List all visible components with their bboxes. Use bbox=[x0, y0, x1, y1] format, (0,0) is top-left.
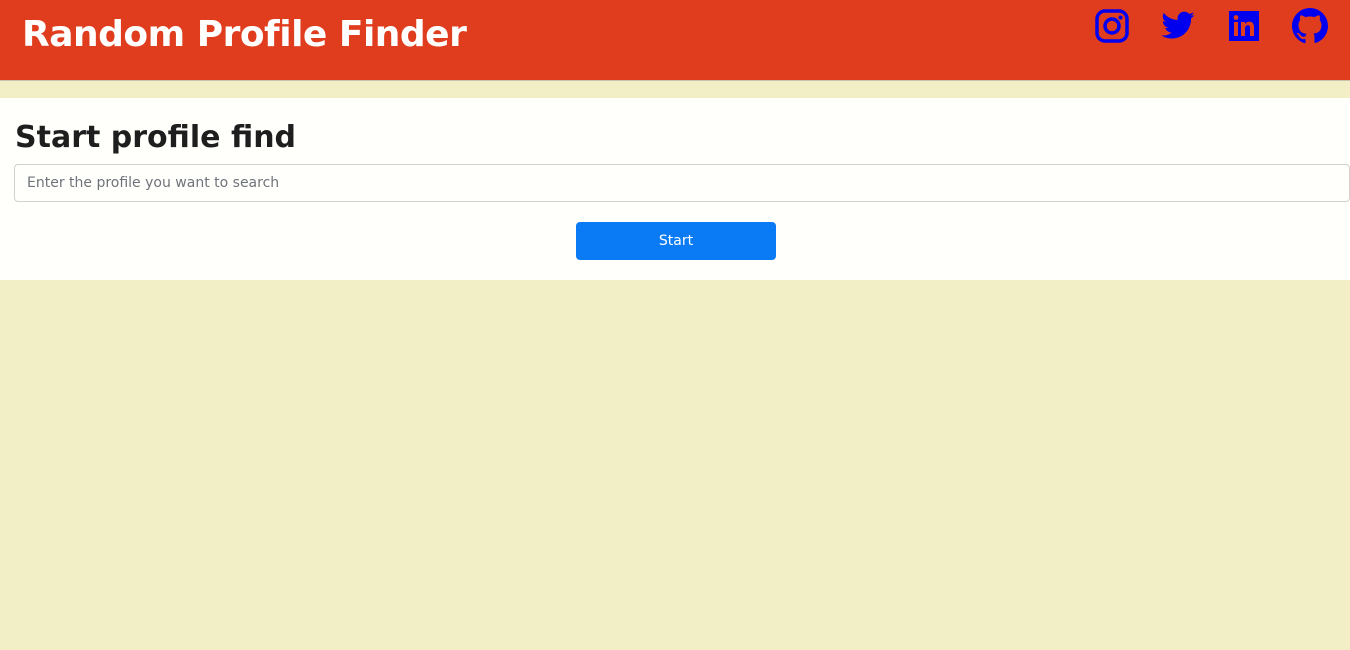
header: Random Profile Finder bbox=[0, 0, 1350, 81]
twitter-icon[interactable] bbox=[1160, 8, 1196, 44]
profile-search-input[interactable] bbox=[14, 164, 1350, 202]
app-title: Random Profile Finder bbox=[22, 14, 467, 55]
github-icon[interactable] bbox=[1292, 8, 1328, 44]
section-heading: Start profile find bbox=[15, 120, 297, 155]
search-panel: Start profile find Start bbox=[0, 98, 1350, 280]
start-button[interactable]: Start bbox=[576, 222, 776, 260]
instagram-icon[interactable] bbox=[1094, 8, 1130, 44]
linkedin-icon[interactable] bbox=[1226, 8, 1262, 44]
social-links bbox=[1094, 8, 1328, 44]
